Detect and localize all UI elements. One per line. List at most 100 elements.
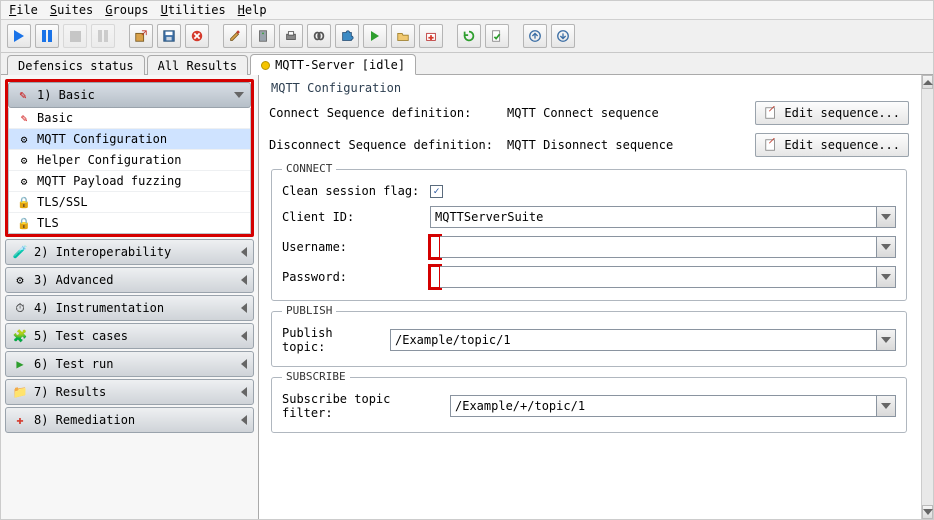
client-id-field[interactable]: MQTTServerSuite xyxy=(430,206,896,228)
content-panel: MQTT Configuration Connect Sequence defi… xyxy=(259,75,921,519)
section-remediation[interactable]: ✚ 8) Remediation xyxy=(5,407,254,433)
section-interoperability[interactable]: 🧪 2) Interoperability xyxy=(5,239,254,265)
tabstrip: Defensics status All Results MQTT-Server… xyxy=(1,53,933,75)
section-label: 8) Remediation xyxy=(34,413,135,427)
password-label: Password: xyxy=(282,270,422,284)
menu-suites[interactable]: Suites xyxy=(50,3,93,17)
basic-subtree: ✎ Basic ⚙ MQTT Configuration ⚙ Helper Co… xyxy=(8,108,251,234)
section-label: 1) Basic xyxy=(37,88,95,102)
box-arrow-icon xyxy=(134,29,148,43)
tab-all-results[interactable]: All Results xyxy=(147,55,248,75)
chevron-left-icon xyxy=(241,415,247,425)
toolbar-btn-9[interactable] xyxy=(251,24,275,48)
tree-item-payload-fuzzing[interactable]: ⚙ MQTT Payload fuzzing xyxy=(9,170,250,191)
toolbar-btn-6[interactable] xyxy=(157,24,181,48)
section-results[interactable]: 📁 7) Results xyxy=(5,379,254,405)
section-label: 6) Test run xyxy=(34,357,113,371)
tab-mqtt-server[interactable]: MQTT-Server [idle] xyxy=(250,54,416,75)
scroll-up-button[interactable] xyxy=(922,75,933,89)
menu-groups[interactable]: Groups xyxy=(105,3,148,17)
section-label: 2) Interoperability xyxy=(34,245,171,259)
tree-item-tls-ssl[interactable]: 🔒 TLS/SSL xyxy=(9,191,250,212)
toolbar-btn-10[interactable] xyxy=(279,24,303,48)
tree-item-helper-config[interactable]: ⚙ Helper Configuration xyxy=(9,149,250,170)
menu-file[interactable]: File xyxy=(9,3,38,17)
toolbar-btn-19[interactable] xyxy=(551,24,575,48)
play-small-icon xyxy=(371,31,379,41)
medkit-icon: ✚ xyxy=(12,412,28,428)
lock-icon: 🔒 xyxy=(17,195,31,209)
stop-button[interactable] xyxy=(63,24,87,48)
subscribe-filter-field[interactable]: /Example/+/topic/1 xyxy=(450,395,896,417)
toolbar-btn-8[interactable] xyxy=(223,24,247,48)
publish-group: PUBLISH Publish topic: /Example/topic/1 xyxy=(271,311,907,367)
toolbar-btn-13[interactable] xyxy=(363,24,387,48)
tree-item-basic[interactable]: ✎ Basic xyxy=(9,108,250,128)
toolbar-btn-16[interactable] xyxy=(457,24,481,48)
section-instrumentation[interactable]: ⏱ 4) Instrumentation xyxy=(5,295,254,321)
dropdown-button[interactable] xyxy=(876,395,896,417)
gear-icon: ⚙ xyxy=(12,272,28,288)
dropdown-button[interactable] xyxy=(876,206,896,228)
subscribe-group: SUBSCRIBE Subscribe topic filter: /Examp… xyxy=(271,377,907,433)
toolbar-btn-18[interactable] xyxy=(523,24,547,48)
chevron-left-icon xyxy=(241,303,247,313)
arrow-up-circle-icon xyxy=(528,29,542,43)
config-icon: ⚙ xyxy=(17,132,31,146)
section-label: 4) Instrumentation xyxy=(34,301,164,315)
toolbar-btn-5[interactable] xyxy=(129,24,153,48)
run-button[interactable] xyxy=(7,24,31,48)
chevron-left-icon xyxy=(241,331,247,341)
username-field[interactable] xyxy=(430,236,896,258)
arrow-down-circle-icon xyxy=(556,29,570,43)
lock-icon: 🔒 xyxy=(17,216,31,230)
tree-item-mqtt-config[interactable]: ⚙ MQTT Configuration xyxy=(9,128,250,149)
dropdown-button[interactable] xyxy=(876,236,896,258)
gauge-icon: ⏱ xyxy=(12,300,28,316)
toolbar-btn-12[interactable] xyxy=(335,24,359,48)
tree-item-tls[interactable]: 🔒 TLS xyxy=(9,212,250,233)
toolbar-btn-11[interactable] xyxy=(307,24,331,48)
tab-defensics-status[interactable]: Defensics status xyxy=(7,55,145,75)
server-icon xyxy=(256,29,270,43)
menu-utilities[interactable]: Utilities xyxy=(161,3,226,17)
pause-icon xyxy=(42,30,52,42)
folder-icon xyxy=(396,29,410,43)
password-field[interactable] xyxy=(430,266,896,288)
toolbar-btn-17[interactable] xyxy=(485,24,509,48)
publish-topic-field[interactable]: /Example/topic/1 xyxy=(390,329,896,351)
toolbar-btn-7[interactable] xyxy=(185,24,209,48)
clean-session-label: Clean session flag: xyxy=(282,184,422,198)
section-basic[interactable]: ✎ 1) Basic xyxy=(8,82,251,108)
edit-icon xyxy=(764,106,778,120)
clean-session-checkbox[interactable]: ✓ xyxy=(430,185,443,198)
section-test-run[interactable]: ▶ 6) Test run xyxy=(5,351,254,377)
link-icon xyxy=(312,29,326,43)
disconnect-seq-label: Disconnect Sequence definition: xyxy=(269,138,499,152)
doc-check-icon xyxy=(490,29,504,43)
stop-icon xyxy=(70,31,81,42)
subscribe-filter-label: Subscribe topic filter: xyxy=(282,392,442,420)
scroll-down-button[interactable] xyxy=(922,505,933,519)
refresh-icon xyxy=(462,29,476,43)
dropdown-button[interactable] xyxy=(876,329,896,351)
highlight-basic-section: ✎ 1) Basic ✎ Basic ⚙ MQTT Configuration … xyxy=(5,79,254,237)
section-advanced[interactable]: ⚙ 3) Advanced xyxy=(5,267,254,293)
section-test-cases[interactable]: 🧩 5) Test cases xyxy=(5,323,254,349)
toolbar-btn-15[interactable] xyxy=(419,24,443,48)
publish-topic-label: Publish topic: xyxy=(282,326,382,354)
vertical-scrollbar[interactable] xyxy=(921,75,933,519)
toolbar-btn-14[interactable] xyxy=(391,24,415,48)
connect-seq-value: MQTT Connect sequence xyxy=(507,106,747,120)
edit-connect-seq-button[interactable]: Edit sequence... xyxy=(755,101,909,125)
chevron-left-icon xyxy=(241,387,247,397)
pause-button[interactable] xyxy=(35,24,59,48)
edit-disconnect-seq-button[interactable]: Edit sequence... xyxy=(755,133,909,157)
chevron-down-icon xyxy=(881,244,891,250)
dropdown-button[interactable] xyxy=(876,266,896,288)
group-legend: SUBSCRIBE xyxy=(282,370,350,383)
config-icon: ⚙ xyxy=(17,174,31,188)
menu-help[interactable]: Help xyxy=(238,3,267,17)
panel-title: MQTT Configuration xyxy=(267,81,911,97)
step-button[interactable] xyxy=(91,24,115,48)
